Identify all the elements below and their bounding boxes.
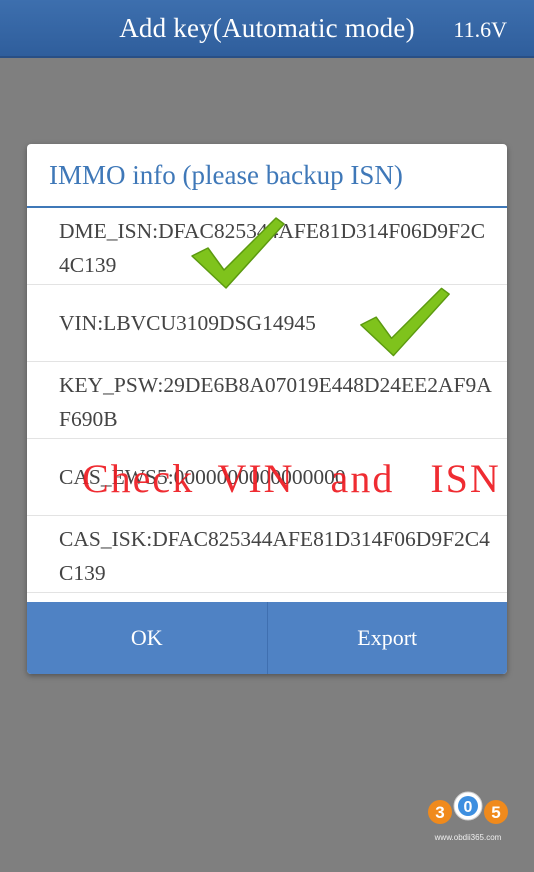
watermark-url: www.obdii365.com (434, 833, 502, 842)
logo-mark: 3 0 5 (428, 791, 508, 824)
svg-text:5: 5 (491, 803, 500, 822)
title-bar: Add key(Automatic mode) 11.6V (0, 0, 534, 58)
svg-text:0: 0 (464, 799, 473, 816)
checkmark-icon (360, 287, 450, 357)
check-vin-isn-annotation: Check VIN and ISN (82, 456, 501, 501)
list-item-cas-isk[interactable]: CAS_ISK:DFAC825344AFE81D314F06D9F2C4C139 (27, 516, 507, 593)
dialog-title: IMMO info (please backup ISN) (27, 144, 507, 208)
dialog-button-bar: OK Export (27, 602, 507, 674)
svg-text:3: 3 (435, 803, 444, 822)
obdii365-logo: 3 0 5 www.obdii365.com (426, 786, 510, 846)
checkmark-icon (191, 217, 285, 289)
list-item-key-psw[interactable]: KEY_PSW:29DE6B8A07019E448D24EE2AF9AF690B (27, 362, 507, 439)
voltage-readout: 11.6V (453, 17, 507, 42)
export-button[interactable]: Export (266, 602, 508, 674)
ok-button[interactable]: OK (27, 602, 267, 674)
